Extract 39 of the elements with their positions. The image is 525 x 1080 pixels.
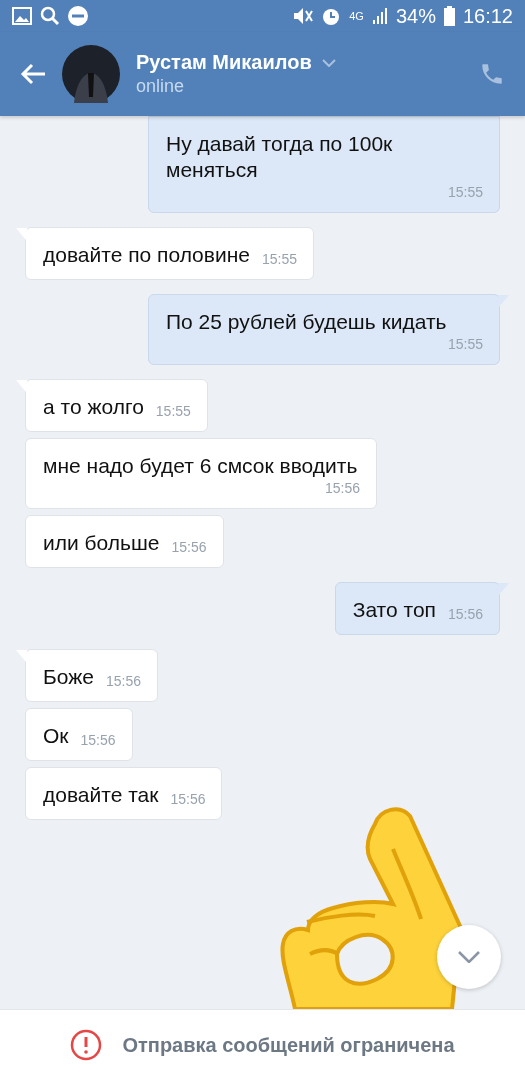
chevron-down-icon [458,951,480,963]
message-time: 15:56 [80,731,116,749]
chevron-down-icon [321,58,336,67]
message-text: Зато топ [352,597,436,623]
contact-name[interactable]: Рустам Микаилов [136,51,463,74]
message-text: или больше [43,530,160,556]
back-arrow-icon[interactable] [20,63,46,85]
search-icon [40,6,60,26]
message-text: довайте так [43,782,159,808]
message-text: а то жолго [43,394,144,420]
message-time: 15:55 [155,402,191,420]
avatar-icon[interactable] [62,45,120,103]
alarm-icon [321,6,342,26]
restriction-notice: Отправка сообщений ограничена [122,1033,455,1057]
mute-icon [293,7,314,25]
message-time: 15:56 [324,479,360,497]
message-text: Боже [43,664,94,690]
message-text: По 25 рублей будешь кидать [166,309,447,335]
message-text: мне надо будет 6 смсок вводить [43,453,358,479]
image-icon [12,7,32,25]
message-text: Ок [43,723,69,749]
message-time: 15:55 [447,335,483,353]
minus-circle-icon [68,6,88,26]
clock-time: 16:12 [462,4,513,28]
network-label: 4G [349,10,364,22]
message-time: 15:56 [105,672,141,690]
battery-percent: 34% [395,4,436,28]
battery-icon [443,6,455,26]
warning-icon [70,1029,103,1061]
signal-icon [371,7,388,25]
message-time: 15:55 [447,183,483,201]
phone-icon[interactable] [479,61,505,87]
message-time: 15:55 [261,250,297,268]
message-time: 15:56 [447,605,483,623]
message-time: 15:56 [171,538,207,556]
online-status: online [136,76,186,97]
message-time: 15:56 [170,790,206,808]
message-text: довайте по половине [43,242,250,268]
message-text: Ну давай тогда по 100к меняться [166,131,394,183]
